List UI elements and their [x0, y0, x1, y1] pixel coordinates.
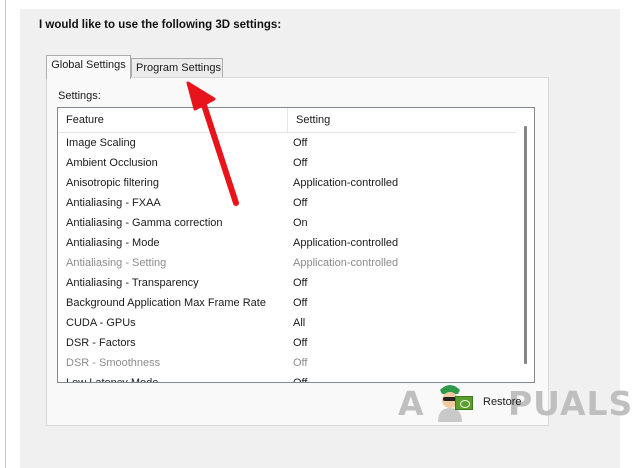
setting-cell[interactable]: Application-controlled [293, 173, 398, 193]
feature-cell: CUDA - GPUs [66, 317, 136, 329]
setting-cell[interactable]: Off [293, 153, 307, 173]
feature-cell: Anisotropic filtering [66, 177, 159, 189]
feature-cell: Antialiasing - Gamma correction [66, 217, 223, 229]
table-row[interactable]: DSR - Factors Off [58, 333, 516, 353]
setting-cell[interactable]: Application-controlled [293, 253, 398, 273]
table-row[interactable]: Ambient Occlusion Off [58, 153, 516, 173]
table-row[interactable]: CUDA - GPUs All [58, 313, 516, 333]
settings-label: Settings: [58, 90, 101, 102]
feature-cell: Antialiasing - Transparency [66, 277, 199, 289]
table-row[interactable]: DSR - Smoothness Off [58, 353, 516, 373]
setting-cell[interactable]: Application-controlled [293, 233, 398, 253]
setting-cell[interactable]: On [293, 213, 308, 233]
list-header: Feature Setting [58, 108, 516, 133]
table-row[interactable]: Anisotropic filtering Application-control… [58, 173, 516, 193]
restore-button[interactable]: Restore [455, 395, 533, 412]
table-row[interactable]: Image Scaling Off [58, 133, 516, 153]
setting-cell[interactable]: Off [293, 353, 307, 373]
table-row[interactable]: Antialiasing - Transparency Off [58, 273, 516, 293]
tab-global-settings[interactable]: Global Settings [46, 55, 131, 79]
table-row[interactable]: Low Latency Mode Off [58, 373, 516, 383]
setting-cell[interactable]: Off [293, 293, 307, 313]
settings-rows: Image Scaling Off Ambient Occlusion Off Anis… [58, 133, 516, 383]
red-arrow-annotation [186, 81, 239, 206]
setting-cell[interactable]: Off [293, 273, 307, 293]
table-row[interactable]: Antialiasing - Gamma correction On [58, 213, 516, 233]
setting-cell[interactable]: Off [293, 373, 307, 382]
feature-cell: Antialiasing - Setting [66, 257, 167, 269]
table-row[interactable]: Antialiasing - FXAA Off [58, 193, 516, 213]
setting-cell[interactable]: Off [293, 193, 307, 213]
page-heading: I would like to use the following 3D set… [39, 19, 282, 31]
settings-listview[interactable]: Feature Setting Image Scaling Off Ambient … [57, 107, 535, 383]
feature-cell: Background Application Max Frame Rate [66, 297, 266, 309]
vertical-scrollbar[interactable] [516, 108, 534, 382]
setting-cell[interactable]: Off [293, 133, 307, 153]
window-left-border [0, 0, 6, 468]
setting-cell[interactable]: All [293, 313, 305, 333]
column-header-setting[interactable]: Setting [288, 108, 516, 133]
feature-cell: Antialiasing - Mode [66, 237, 160, 249]
table-row[interactable]: Background Application Max Frame Rate Off [58, 293, 516, 313]
setting-cell[interactable]: Off [293, 333, 307, 353]
feature-cell: DSR - Factors [66, 337, 136, 349]
scrollbar-thumb[interactable] [524, 126, 527, 364]
table-row[interactable]: Antialiasing - Setting Application-contro… [58, 253, 516, 273]
table-row[interactable]: Antialiasing - Mode Application-controlle… [58, 233, 516, 253]
feature-cell: Image Scaling [66, 137, 136, 149]
restore-label: Restore [483, 396, 522, 408]
feature-cell: Antialiasing - FXAA [66, 197, 161, 209]
feature-cell: Ambient Occlusion [66, 157, 158, 169]
nvidia-icon [455, 396, 473, 410]
feature-cell: Low Latency Mode [66, 377, 159, 383]
feature-cell: DSR - Smoothness [66, 357, 161, 369]
